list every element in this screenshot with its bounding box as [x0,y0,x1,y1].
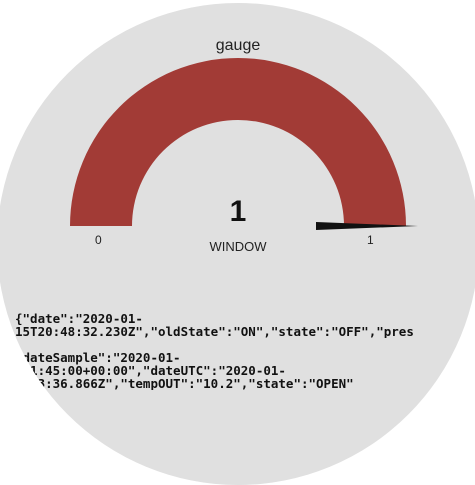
json-message-2: "dateSample":"2020-01- T21:45:00+00:00","… [15,351,475,390]
gauge-label: WINDOW [209,239,267,254]
dashboard-widget: gauge 0 1 1 WINDOW {"date":"2020-01- 15T2… [0,3,475,485]
json-line: 1:53:36.866Z","tempOUT":"10.2","state":"… [15,376,354,390]
json-message-1: {"date":"2020-01- 15T20:48:32.230Z","oldS… [15,312,475,338]
gauge-value: 1 [229,195,247,228]
json-line: 15T20:48:32.230Z","oldState":"ON","state… [15,324,414,338]
